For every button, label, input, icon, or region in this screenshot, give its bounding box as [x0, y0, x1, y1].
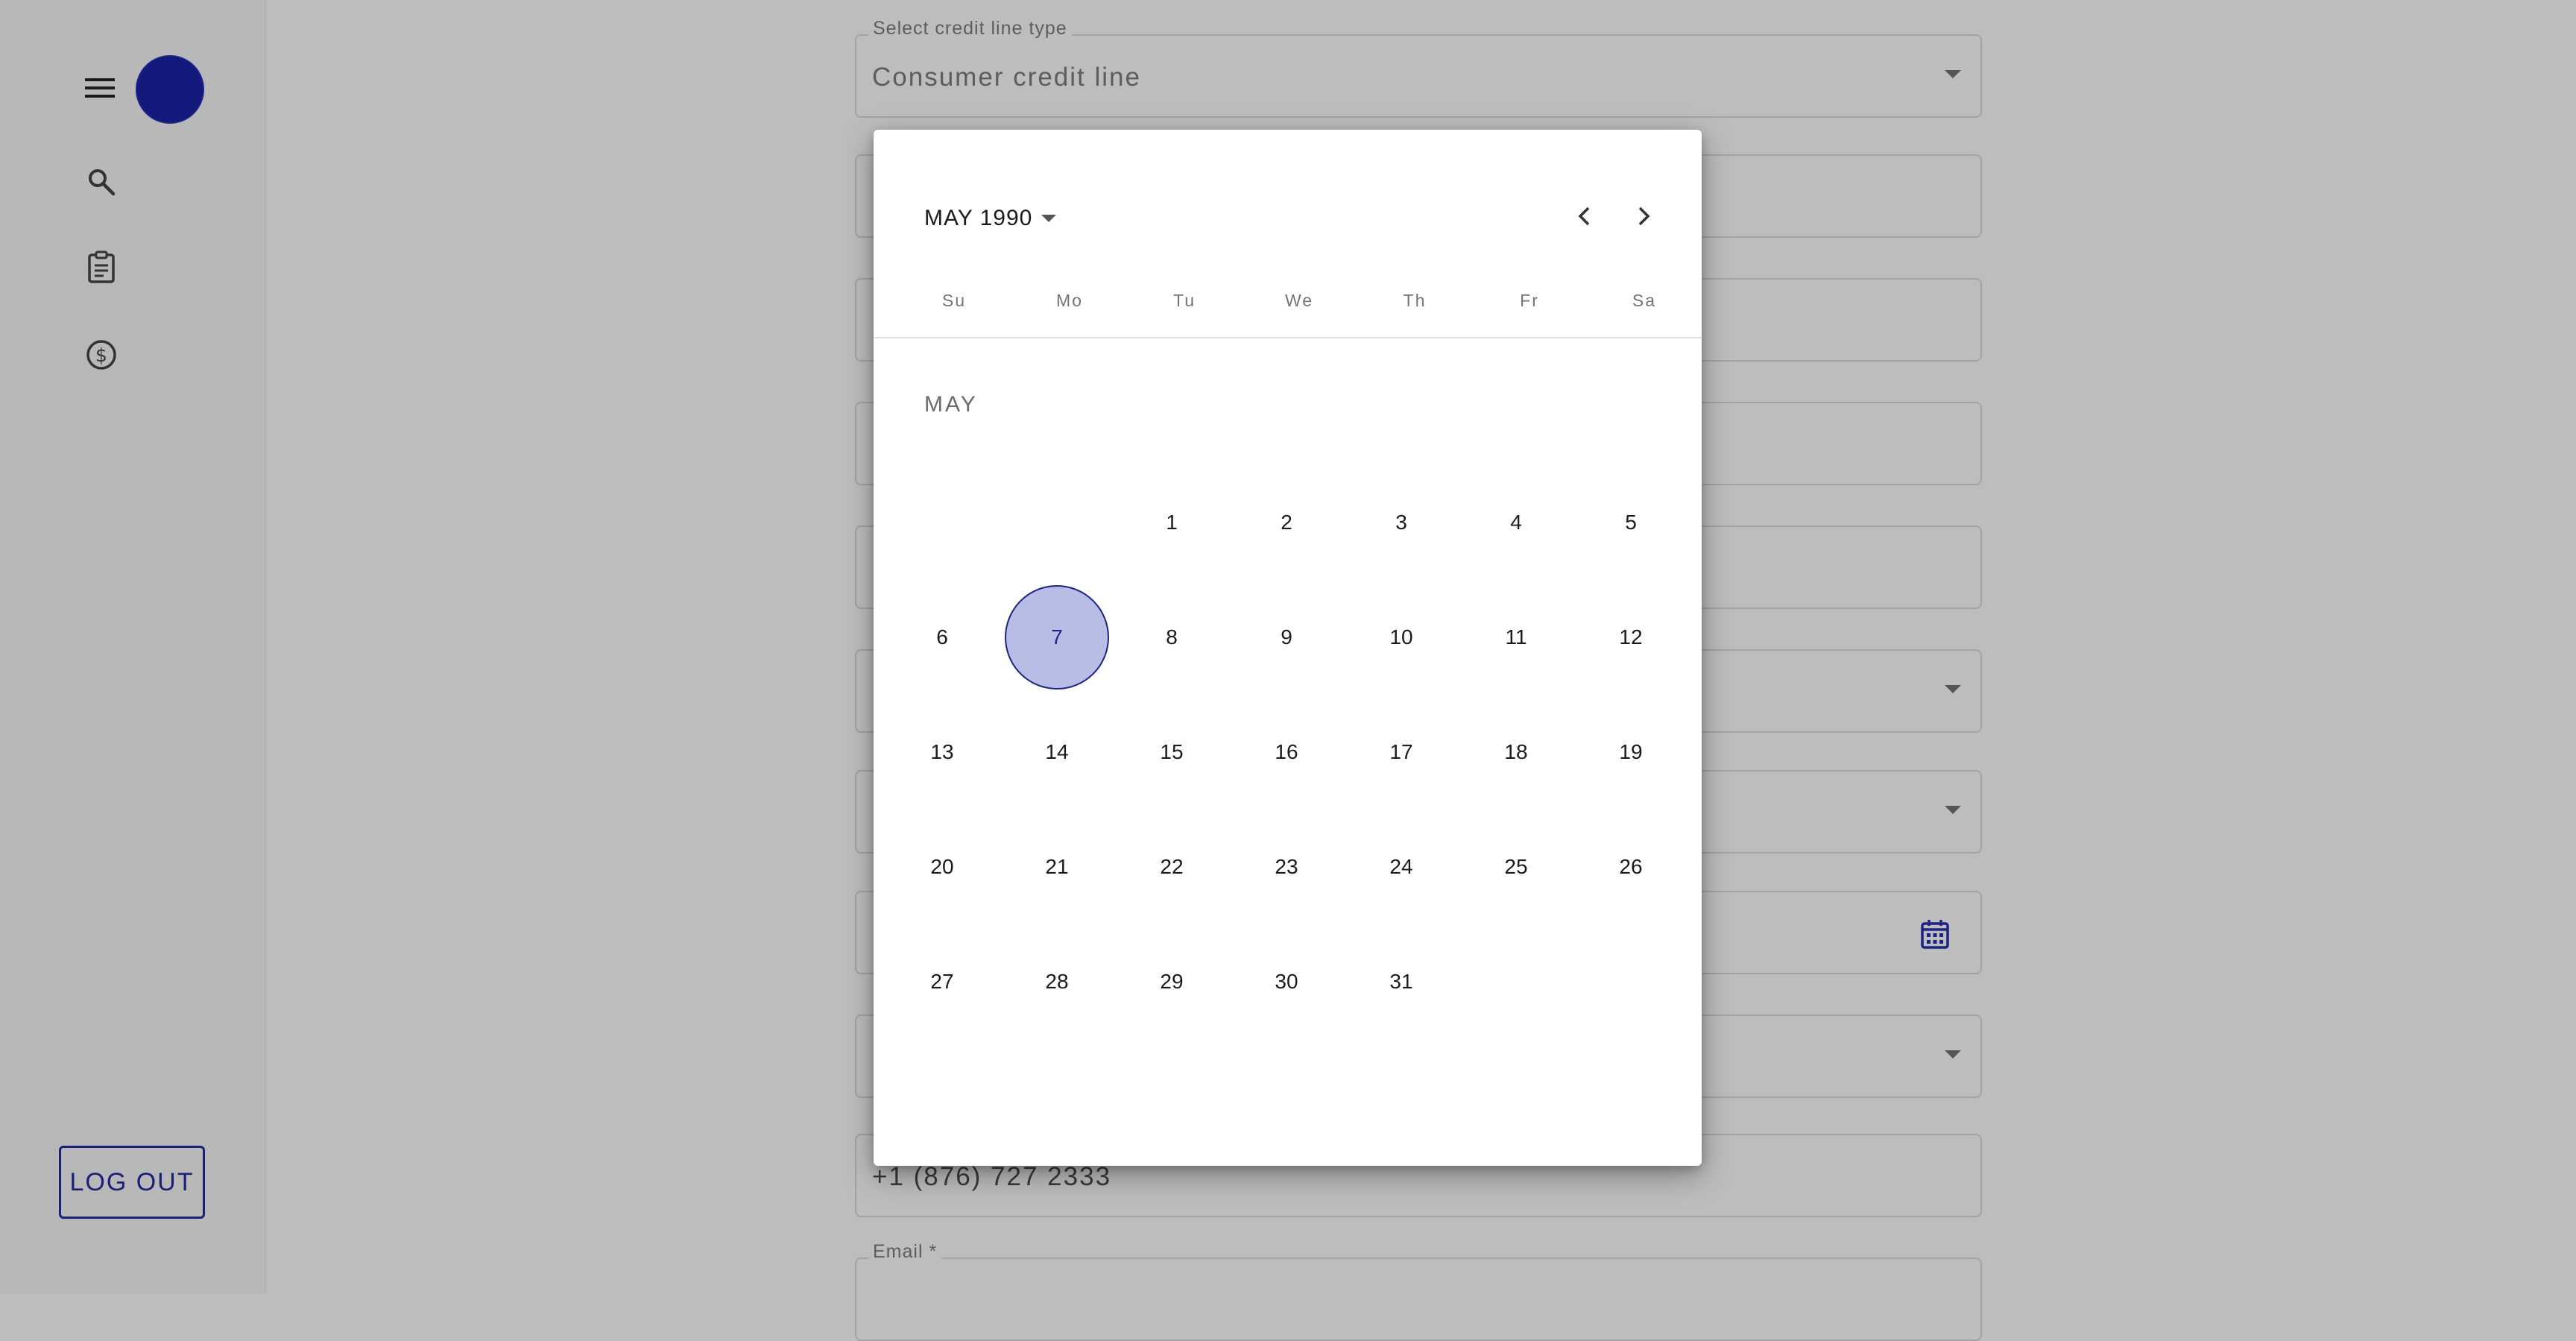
selected-day[interactable]: 7: [1005, 585, 1109, 690]
field-label: Email *: [868, 1241, 942, 1263]
weekday-label: Su: [941, 291, 967, 310]
phone-value: +1 (876) 727 2333: [872, 1162, 1112, 1191]
calendar-day[interactable]: 31: [1349, 930, 1453, 1034]
calendar-day[interactable]: 5: [1579, 470, 1683, 575]
hamburger-menu-icon: [85, 78, 115, 98]
clipboard-icon: [88, 250, 115, 283]
calendar-day[interactable]: 23: [1234, 815, 1339, 919]
weekday-label: Fr: [1520, 291, 1539, 310]
calendar-day[interactable]: 8: [1120, 585, 1224, 690]
calendar-day[interactable]: 21: [1005, 815, 1109, 919]
field-value: Consumer credit line: [872, 63, 1141, 92]
calendar-day[interactable]: 24: [1349, 815, 1453, 919]
date-picker-dialog: MAY 1990 Su Mo Tu We Th Fr Sa MAY 123456…: [874, 130, 1702, 1166]
chevron-down-icon: [1945, 806, 1961, 814]
chevron-down-icon: [1945, 685, 1961, 693]
calendar-day[interactable]: 14: [1005, 700, 1109, 804]
search-button[interactable]: [78, 161, 125, 203]
calendar-day[interactable]: 13: [890, 700, 994, 804]
month-label: MAY: [924, 392, 978, 417]
billing-button[interactable]: $: [78, 334, 125, 376]
calendar-day[interactable]: 27: [890, 930, 994, 1034]
calendar-day[interactable]: 11: [1464, 585, 1568, 690]
calendar-day[interactable]: 30: [1234, 930, 1339, 1034]
weekday-label: Mo: [1056, 291, 1083, 310]
calendar-day[interactable]: 29: [1120, 930, 1224, 1034]
calendar-day[interactable]: 26: [1579, 815, 1683, 919]
month-year-select[interactable]: MAY 1990: [924, 206, 1057, 231]
field-label: Select credit line type: [868, 18, 1072, 40]
credit-line-type-select[interactable]: Select credit line type Consumer credit …: [855, 18, 1982, 118]
calendar-day[interactable]: 9: [1234, 585, 1339, 690]
calendar-day[interactable]: 15: [1120, 700, 1224, 804]
email-field[interactable]: Email *: [855, 1241, 1982, 1341]
chevron-left-icon: [1578, 206, 1590, 226]
weekday-label: Sa: [1632, 291, 1657, 310]
svg-text:$: $: [95, 344, 107, 366]
calendar-day[interactable]: 16: [1234, 700, 1339, 804]
calendar-day[interactable]: 17: [1349, 700, 1453, 804]
weekday-header: Su Mo Tu We Th Fr Sa: [874, 291, 1702, 338]
calendar-day[interactable]: 10: [1349, 585, 1453, 690]
calendar-day[interactable]: 6: [890, 585, 994, 690]
calendar-day[interactable]: 3: [1349, 470, 1453, 575]
calendar-day[interactable]: 25: [1464, 815, 1568, 919]
clipboard-button[interactable]: [78, 246, 125, 288]
calendar-day[interactable]: 28: [1005, 930, 1109, 1034]
calendar-day[interactable]: 19: [1579, 700, 1683, 804]
calendar-day[interactable]: 2: [1234, 470, 1339, 575]
weekday-label: We: [1284, 291, 1314, 310]
chevron-down-icon: [1945, 70, 1961, 78]
weekday-label: Tu: [1173, 291, 1196, 310]
weekday-label: Th: [1403, 291, 1427, 310]
calendar-day[interactable]: 1: [1120, 470, 1224, 575]
calendar-day[interactable]: 20: [890, 815, 994, 919]
previous-month-button[interactable]: [1561, 192, 1609, 240]
calendar-day[interactable]: 18: [1464, 700, 1568, 804]
menu-button[interactable]: [76, 67, 124, 109]
chevron-right-icon: [1638, 206, 1650, 226]
avatar[interactable]: [136, 55, 204, 124]
next-month-button[interactable]: [1620, 192, 1667, 240]
search-icon: [89, 169, 116, 196]
calendar-icon[interactable]: [1921, 919, 1949, 953]
chevron-down-icon: [1945, 1050, 1961, 1058]
dollar-circle-icon: $: [86, 340, 116, 370]
sidebar: $ LOG OUT: [0, 0, 266, 1294]
calendar-day[interactable]: 12: [1579, 585, 1683, 690]
logout-button[interactable]: LOG OUT: [59, 1146, 205, 1219]
month-year-label: MAY 1990: [924, 206, 1033, 230]
caret-down-icon: [1041, 215, 1057, 222]
calendar-day[interactable]: 4: [1464, 470, 1568, 575]
calendar-day[interactable]: 22: [1120, 815, 1224, 919]
